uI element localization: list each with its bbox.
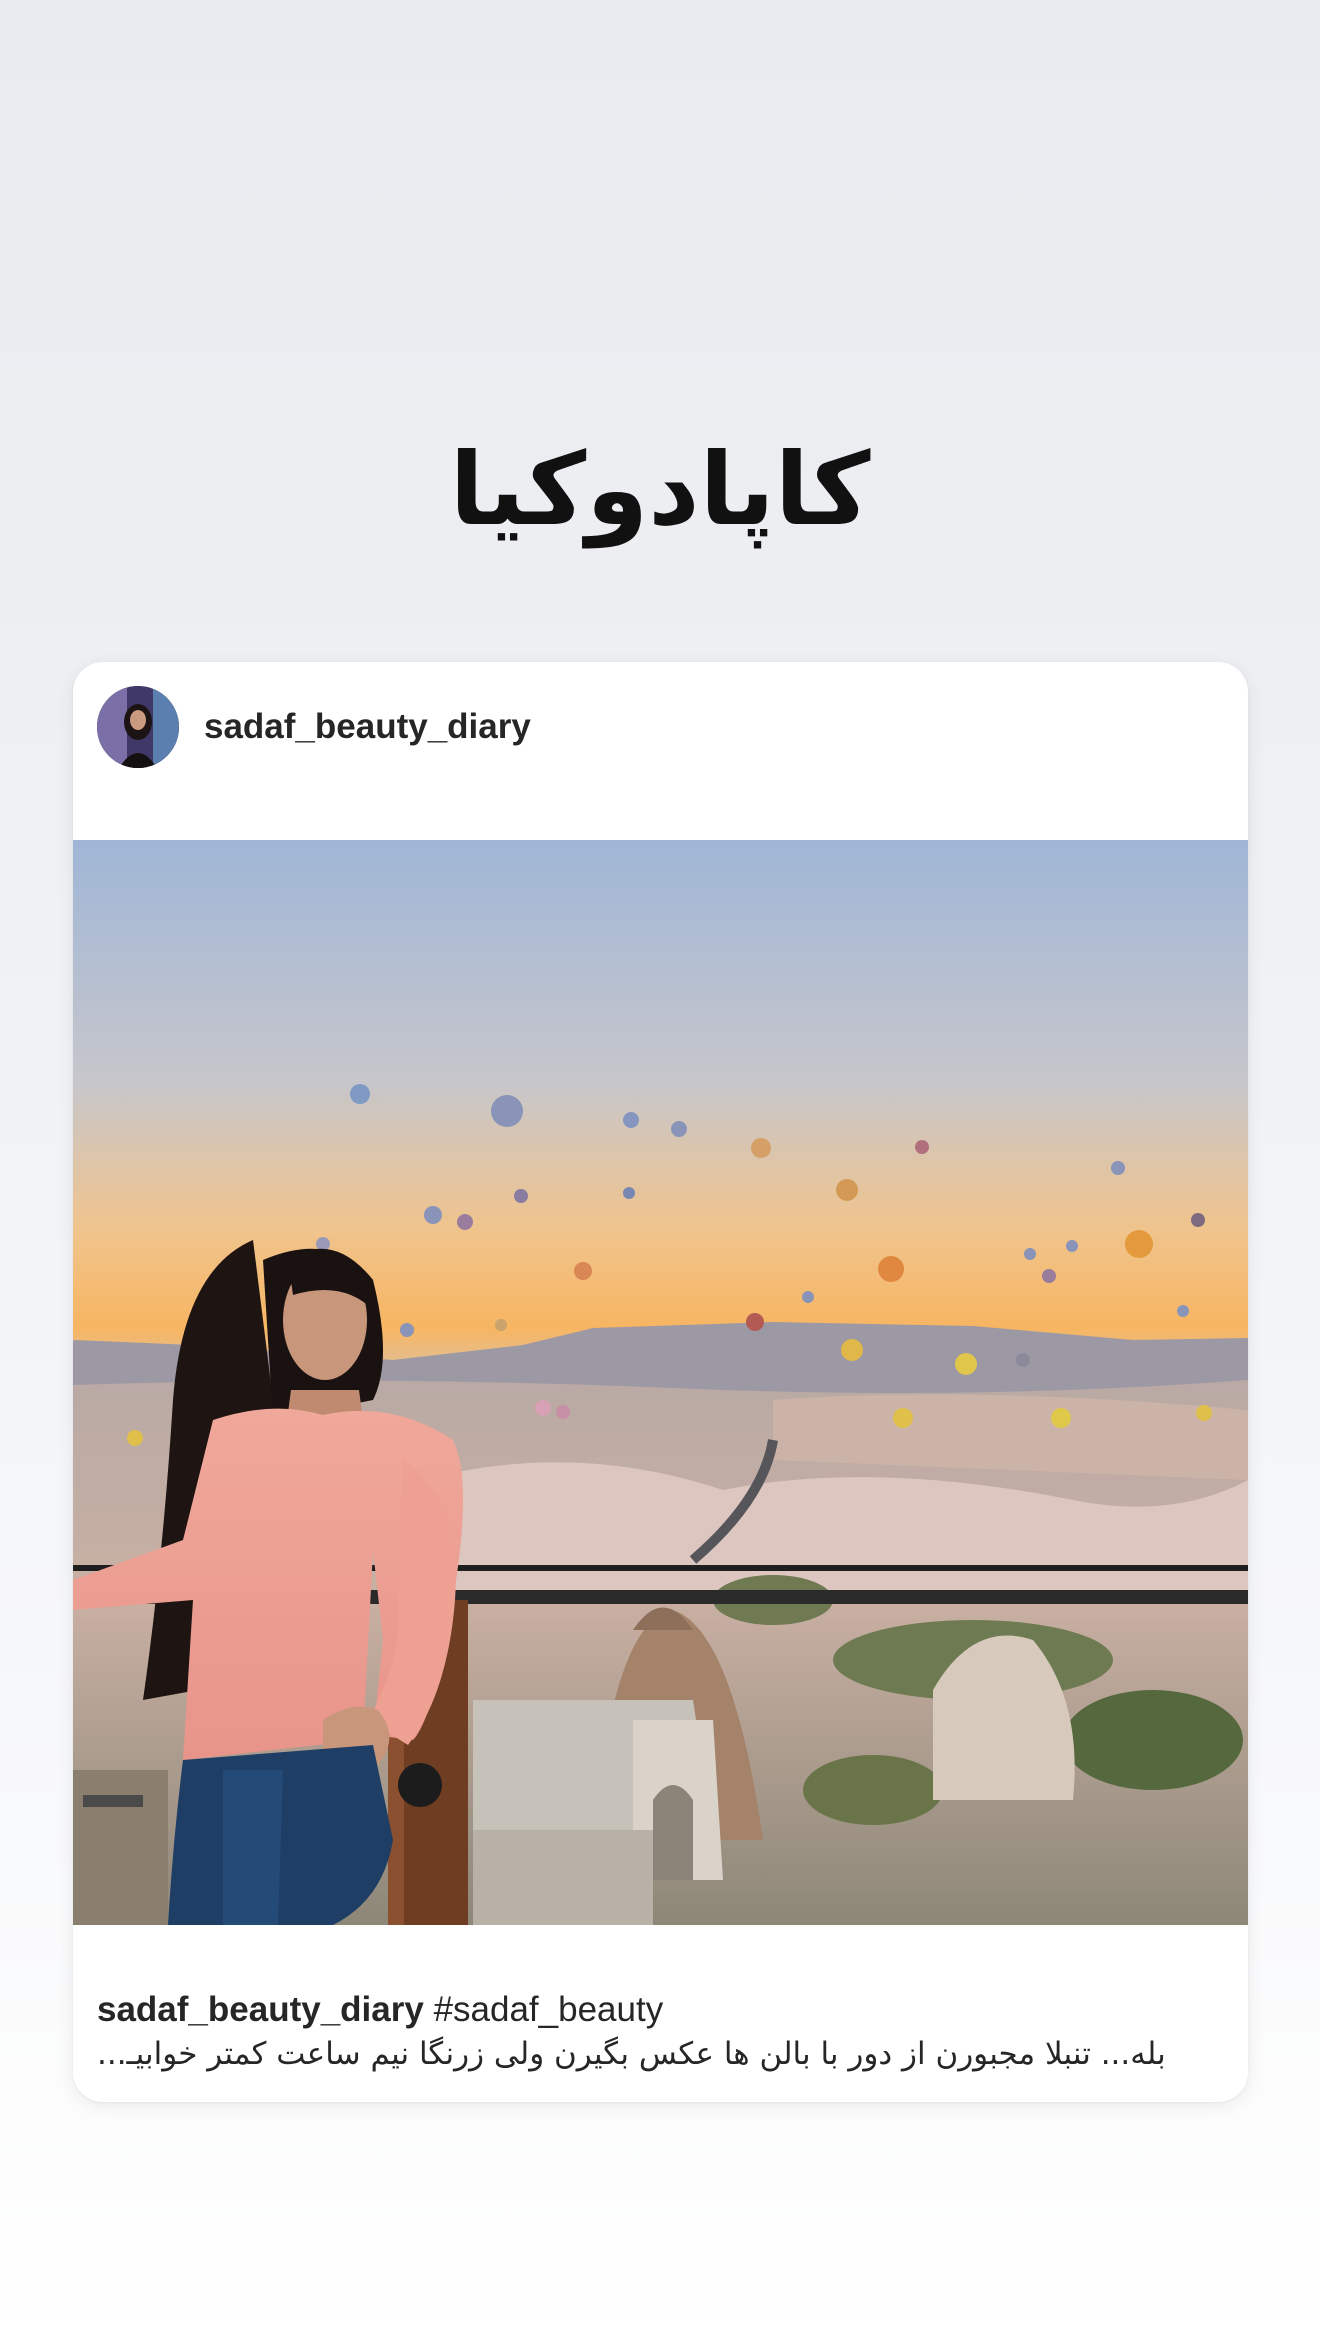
avatar[interactable] <box>97 686 179 768</box>
post-header: sadaf_beauty_diary <box>73 662 1248 840</box>
story-title: کاپادوکیا <box>449 431 871 548</box>
post-photo[interactable] <box>73 840 1248 1925</box>
post-card[interactable]: sadaf_beauty_diary sadaf_beauty_diary #s… <box>73 662 1248 2102</box>
caption-username[interactable]: sadaf_beauty_diary <box>97 1990 424 2029</box>
caption-text: بله... تنبلا مجبورن از دور با بالن ها عک… <box>97 2036 1166 2072</box>
caption-hashtag[interactable]: #sadaf_beauty <box>434 1990 664 2029</box>
post-caption: sadaf_beauty_diary #sadaf_beauty بله... … <box>97 1988 1224 2076</box>
post-username[interactable]: sadaf_beauty_diary <box>204 702 531 752</box>
